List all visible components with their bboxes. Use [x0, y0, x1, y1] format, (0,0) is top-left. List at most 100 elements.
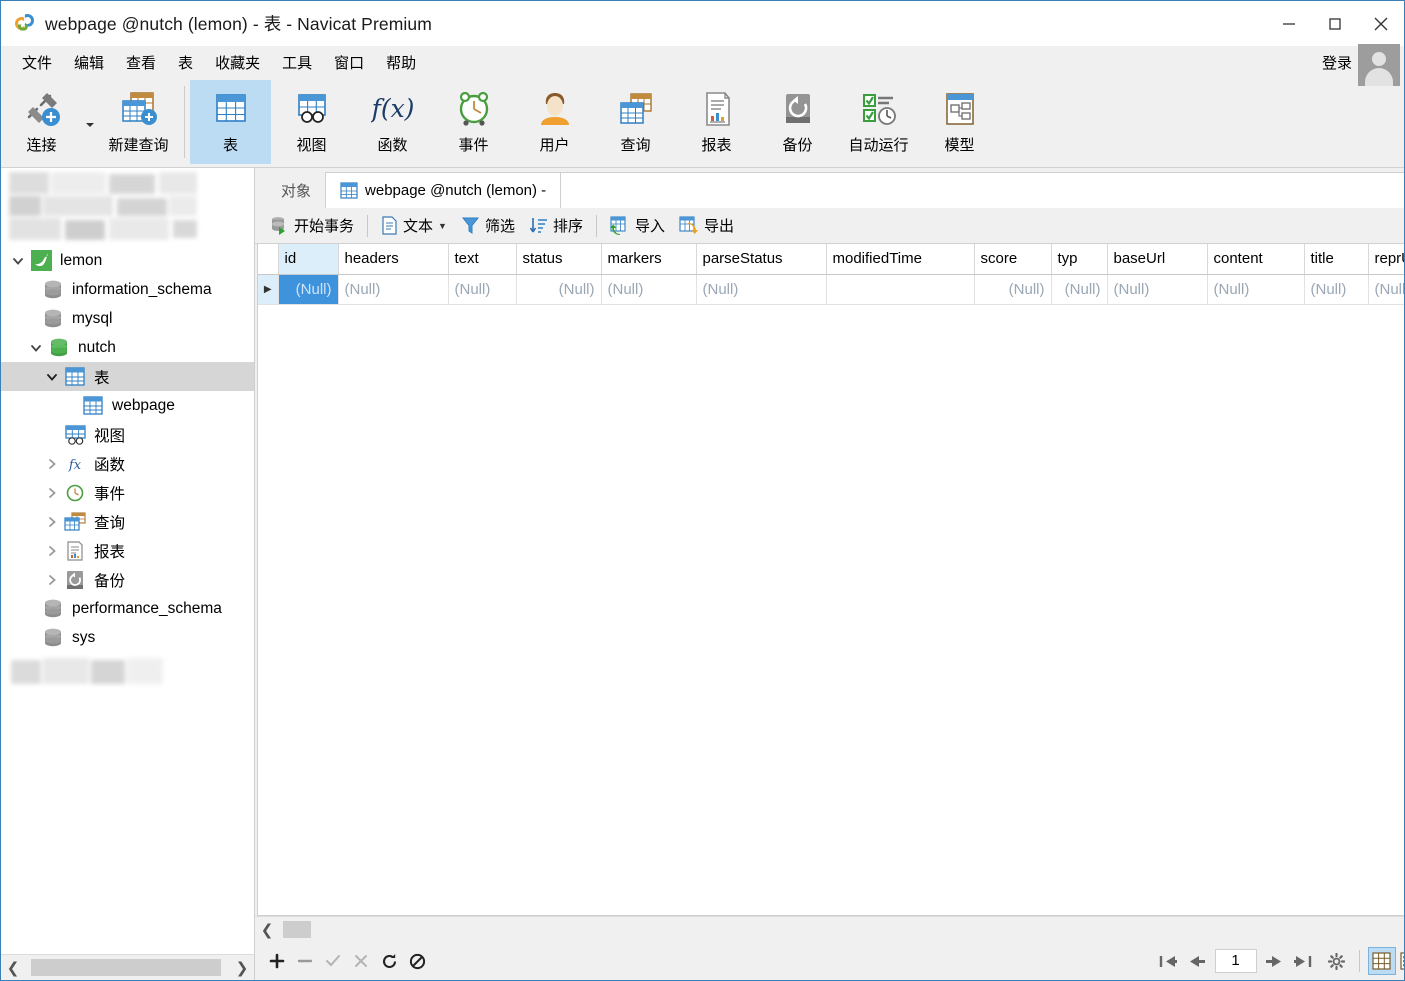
ribbon-button-view[interactable]: 视图 — [271, 80, 352, 164]
menu-item-view[interactable]: 查看 — [115, 49, 167, 76]
menu-item-tools[interactable]: 工具 — [271, 49, 323, 76]
sidebar-horizontal-scrollbar[interactable]: ❮ ❯ — [1, 954, 254, 980]
export-button[interactable]: 导出 — [672, 211, 741, 241]
scrollbar-track[interactable] — [25, 959, 230, 976]
table-row[interactable]: ▶ (Null) (Null) (Null) (Null) (Null) (Nu… — [258, 274, 1405, 304]
column-header-title[interactable]: title — [1304, 244, 1368, 274]
import-button[interactable]: 导入 — [603, 211, 672, 241]
collapse-chevron-icon[interactable] — [41, 536, 63, 565]
scroll-left-icon[interactable]: ❮ — [1, 959, 25, 977]
tree-node-tables[interactable]: 表 — [1, 362, 254, 391]
column-header-status[interactable]: status — [516, 244, 601, 274]
column-header-text[interactable]: text — [448, 244, 516, 274]
grid-scrollbar-thumb[interactable] — [283, 921, 311, 938]
sort-button[interactable]: 排序 — [522, 211, 590, 241]
cell-headers[interactable]: (Null) — [338, 274, 448, 304]
collapse-chevron-icon[interactable] — [41, 449, 63, 478]
begin-transaction-button[interactable]: 开始事务 — [263, 211, 361, 241]
scrollbar-thumb[interactable] — [31, 959, 221, 976]
menu-item-favorites[interactable]: 收藏夹 — [204, 49, 271, 76]
ribbon-button-user[interactable]: 用户 — [514, 80, 595, 164]
cell-baseurl[interactable]: (Null) — [1107, 274, 1207, 304]
ribbon-button-backup[interactable]: 备份 — [757, 80, 838, 164]
next-page-button[interactable] — [1261, 947, 1289, 975]
maximize-button[interactable] — [1312, 1, 1358, 46]
settings-button[interactable] — [1323, 947, 1351, 975]
menu-item-edit[interactable]: 编辑 — [63, 49, 115, 76]
column-header-markers[interactable]: markers — [601, 244, 696, 274]
cell-markers[interactable]: (Null) — [601, 274, 696, 304]
cell-score[interactable]: (Null) — [974, 274, 1051, 304]
avatar[interactable] — [1358, 44, 1400, 86]
stop-button[interactable] — [403, 947, 431, 975]
cancel-change-button[interactable] — [347, 947, 375, 975]
grid-view-button[interactable] — [1368, 947, 1396, 975]
column-header-parsestatus[interactable]: parseStatus — [696, 244, 826, 274]
prev-page-button[interactable] — [1183, 947, 1211, 975]
menu-item-help[interactable]: 帮助 — [375, 49, 427, 76]
tree-node-nutch[interactable]: nutch — [1, 333, 254, 362]
ribbon-button-query[interactable]: 查询 — [595, 80, 676, 164]
column-header-id[interactable]: id — [278, 244, 338, 274]
connection-dropdown-button[interactable] — [82, 80, 98, 164]
close-button[interactable] — [1358, 1, 1404, 46]
tab-webpage[interactable]: webpage @nutch (lemon) - — [325, 172, 561, 208]
filter-button[interactable]: 筛选 — [454, 211, 522, 241]
tree-node-mysql[interactable]: mysql — [1, 304, 254, 333]
menu-item-file[interactable]: 文件 — [11, 49, 63, 76]
expand-chevron-icon[interactable] — [41, 362, 63, 391]
ribbon-button-model[interactable]: 模型 — [919, 80, 1000, 164]
apply-change-button[interactable] — [319, 947, 347, 975]
column-header-modifiedtime[interactable]: modifiedTime — [826, 244, 974, 274]
data-grid[interactable]: id headers text status markers parseStat… — [257, 244, 1405, 916]
cell-reprurl[interactable]: (Null) — [1368, 274, 1405, 304]
tree-node-sys[interactable]: sys — [1, 623, 254, 652]
cell-status[interactable]: (Null) — [516, 274, 601, 304]
scroll-right-icon[interactable]: ❯ — [230, 959, 254, 977]
ribbon-button-automation[interactable]: 自动运行 — [838, 80, 919, 164]
last-page-button[interactable] — [1289, 947, 1317, 975]
cell-title[interactable]: (Null) — [1304, 274, 1368, 304]
collapse-chevron-icon[interactable] — [41, 507, 63, 536]
delete-record-button[interactable] — [291, 947, 319, 975]
tree-node-performance-schema[interactable]: performance_schema — [1, 594, 254, 623]
collapse-chevron-icon[interactable] — [41, 478, 63, 507]
cell-content[interactable]: (Null) — [1207, 274, 1304, 304]
ribbon-button-function[interactable]: f(x) 函数 — [352, 80, 433, 164]
column-header-reprurl[interactable]: reprUrl — [1368, 244, 1405, 274]
menu-item-table[interactable]: 表 — [167, 49, 204, 76]
ribbon-button-connection[interactable]: 连接 — [1, 80, 82, 164]
tab-objects[interactable]: 对象 — [267, 172, 325, 208]
ribbon-button-event[interactable]: 事件 — [433, 80, 514, 164]
cell-id[interactable]: (Null) — [278, 274, 338, 304]
expand-chevron-icon[interactable] — [25, 333, 47, 362]
tree-node-events[interactable]: 事件 — [1, 478, 254, 507]
column-header-content[interactable]: content — [1207, 244, 1304, 274]
text-button[interactable]: 文本 ▼ — [374, 211, 454, 241]
tree-node-lemon[interactable]: lemon — [1, 246, 254, 275]
tree-node-functions[interactable]: fx 函数 — [1, 449, 254, 478]
form-view-button[interactable] — [1396, 947, 1405, 975]
grid-scrollbar-track[interactable] — [279, 921, 1405, 938]
chevron-down-icon[interactable]: ▼ — [438, 221, 447, 231]
cell-modifiedtime[interactable] — [826, 274, 974, 304]
add-record-button[interactable] — [263, 947, 291, 975]
column-header-headers[interactable]: headers — [338, 244, 448, 274]
refresh-button[interactable] — [375, 947, 403, 975]
tree-node-information-schema[interactable]: information_schema — [1, 275, 254, 304]
ribbon-button-new-query[interactable]: 新建查询 — [98, 80, 179, 164]
expand-chevron-icon[interactable] — [7, 246, 29, 275]
scroll-left-icon[interactable]: ❮ — [255, 921, 279, 939]
minimize-button[interactable] — [1266, 1, 1312, 46]
grid-horizontal-scrollbar[interactable]: ❮ ❯ — [255, 916, 1405, 942]
cell-parsestatus[interactable]: (Null) — [696, 274, 826, 304]
tree-node-backups[interactable]: 备份 — [1, 565, 254, 594]
tree-node-queries[interactable]: 查询 — [1, 507, 254, 536]
column-header-score[interactable]: score — [974, 244, 1051, 274]
cell-text[interactable]: (Null) — [448, 274, 516, 304]
tree-node-webpage[interactable]: webpage — [1, 391, 254, 420]
column-header-typ[interactable]: typ — [1051, 244, 1107, 274]
login-button[interactable]: 登录 — [1322, 52, 1352, 73]
tree-node-views[interactable]: 视图 — [1, 420, 254, 449]
cell-typ[interactable]: (Null) — [1051, 274, 1107, 304]
